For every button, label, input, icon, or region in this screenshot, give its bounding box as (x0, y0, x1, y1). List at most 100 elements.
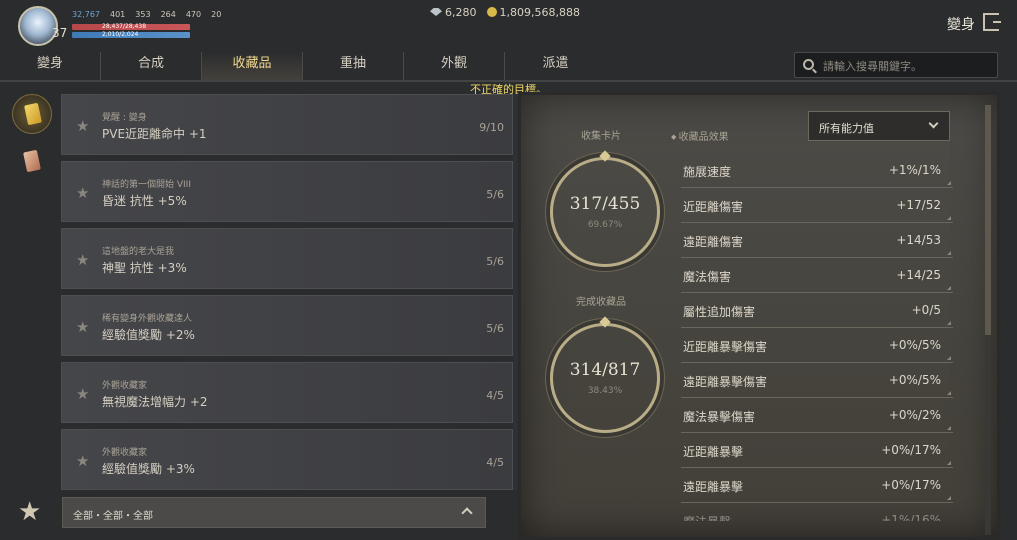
effect-value: +14/53 (896, 233, 941, 247)
stats-row: 32,767 401 353 264 470 20 (72, 10, 221, 19)
corner-mark (947, 321, 951, 325)
effect-name: 魔法暴擊 (683, 513, 731, 521)
page-title: 變身 (947, 17, 975, 33)
character-level: 37 (52, 26, 68, 40)
collection-row[interactable]: ★ 外觀收藏家 無視魔法增幅力 +2 4/5 (61, 362, 513, 423)
collection-list: ★ 覺醒 : 變身 PVE近距離命中 +1 9/10 ★ 神話的第一個開始 VI… (61, 94, 513, 496)
effects-scrollbar[interactable] (985, 105, 991, 535)
chevron-up-icon (461, 507, 473, 519)
tab-bar: 變身 合成 收藏品 重抽 外觀 派遣 (0, 52, 620, 82)
effect-row: 近距離暴擊傷害 +0%/5% (681, 328, 953, 363)
effect-value: +0%/2% (888, 408, 941, 422)
collection-row[interactable]: ★ 稀有變身外觀收藏達人 經驗值獎勵 +2% 5/6 (61, 295, 513, 356)
currency-display: 6,280 1,809,568,888 (430, 6, 580, 19)
completed-label: 完成收藏品 (576, 297, 626, 308)
effect-name: 魔法傷害 (683, 270, 732, 284)
collection-category: 外觀收藏家 (102, 381, 148, 391)
tab-dispatch[interactable]: 派遣 (505, 52, 606, 80)
gold-currency: 1,809,568,888 (486, 6, 580, 19)
stat-3: 353 (135, 10, 151, 19)
effect-name: 遠距離傷害 (683, 235, 744, 249)
collection-effect: 神聖 抗性 +3% (102, 261, 187, 275)
tab-reroll[interactable]: 重抽 (303, 52, 404, 80)
corner-mark (947, 216, 951, 220)
filter-label: 全部・全部・全部 (73, 511, 153, 522)
collection-progress: 5/6 (486, 188, 504, 201)
effect-value: +1%/16% (881, 513, 941, 521)
star-icon[interactable]: ★ (76, 318, 89, 336)
collection-progress: 4/5 (486, 389, 504, 402)
cards-label: 收集卡片 (581, 131, 621, 142)
stat-filter-select[interactable]: 所有能力值 (808, 111, 950, 141)
bookmark-star-icon[interactable]: ★ (18, 498, 41, 526)
tab-synthesis[interactable]: 合成 (101, 52, 202, 80)
search-icon (803, 59, 814, 70)
filter-dropdown[interactable]: 全部・全部・全部 (62, 497, 486, 528)
collection-category: 神話的第一個開始 VIII (102, 180, 191, 190)
collection-progress: 5/6 (486, 322, 504, 335)
collection-category: 覺醒 : 變身 (102, 113, 147, 123)
effect-value: +0%/5% (888, 373, 941, 387)
effect-row: 遠距離傷害 +14/53 (681, 223, 953, 258)
effect-row: 魔法暴擊傷害 +0%/2% (681, 398, 953, 433)
gem-icon (430, 8, 442, 16)
collection-row[interactable]: ★ 神話的第一個開始 VIII 昏迷 抗性 +5% 5/6 (61, 161, 513, 222)
sidebar-red-card-button[interactable] (12, 142, 52, 182)
effect-value: +0%/17% (881, 478, 941, 492)
effect-name: 遠距離暴擊傷害 (683, 375, 768, 389)
scrollbar-thumb[interactable] (985, 105, 991, 335)
collection-row[interactable]: ★ 覺醒 : 變身 PVE近距離命中 +1 9/10 (61, 94, 513, 155)
collection-row[interactable]: ★ 外觀收藏家 經驗值獎勵 +3% 4/5 (61, 429, 513, 490)
star-icon[interactable]: ★ (76, 251, 89, 269)
tab-appearance[interactable]: 外觀 (404, 52, 505, 80)
search-input[interactable] (823, 57, 993, 75)
completed-percent: 38.43% (587, 386, 623, 396)
effect-row: 遠距離暴擊 +0%/17% (681, 468, 953, 503)
effect-value: +1%/1% (888, 163, 941, 177)
tab-collection[interactable]: 收藏品 (202, 52, 303, 82)
effect-name: 近距離暴擊傷害 (683, 340, 768, 354)
corner-mark (947, 391, 951, 395)
stat-5: 470 (185, 10, 202, 19)
stat-4: 264 (160, 10, 176, 19)
star-icon[interactable]: ★ (76, 117, 89, 135)
star-icon[interactable]: ★ (76, 452, 89, 470)
gold-coin-icon (486, 7, 497, 17)
collection-effect: PVE近距離命中 +1 (102, 127, 207, 141)
effect-row: 近距離暴擊 +0%/17% (681, 433, 953, 468)
collection-effect: 經驗值獎勵 +2% (102, 328, 195, 342)
top-hud: 37 32,767 401 353 264 470 20 28,437/28,4… (0, 0, 1017, 50)
corner-mark (947, 356, 951, 360)
effect-value: +0%/5% (888, 338, 941, 352)
completed-value: 314/817 (569, 360, 641, 380)
collection-category: 稀有變身外觀收藏達人 (102, 314, 193, 324)
effect-value: +17/52 (896, 198, 941, 212)
collection-effect: 無視魔法增幅力 +2 (102, 395, 208, 409)
ring-ornament (599, 316, 611, 328)
hp-bar: 28,437/28,438 (72, 24, 190, 30)
star-icon[interactable]: ★ (76, 385, 89, 403)
effect-row: 魔法傷害 +14/25 (681, 258, 953, 293)
effect-name: 施展速度 (683, 165, 732, 179)
search-box[interactable] (794, 52, 998, 78)
effect-name: 屬性追加傷害 (683, 305, 756, 319)
sidebar-gold-card-button[interactable] (12, 94, 52, 134)
corner-mark (947, 286, 951, 290)
collection-progress: 5/6 (486, 255, 504, 268)
effect-row: 遠距離暴擊傷害 +0%/5% (681, 363, 953, 398)
exit-icon[interactable] (983, 13, 1001, 31)
collection-category: 外觀收藏家 (102, 448, 148, 458)
gem-amount: 6,280 (445, 6, 477, 19)
tab-transform[interactable]: 變身 (0, 52, 101, 80)
collection-effect: 昏迷 抗性 +5% (102, 194, 187, 208)
cards-progress-ring: 317/455 69.67% (550, 150, 660, 267)
corner-mark (947, 461, 951, 465)
gold-card-icon (24, 102, 42, 126)
corner-mark (947, 181, 951, 185)
collection-row[interactable]: ★ 這地盤的老大是我 神聖 抗性 +3% 5/6 (61, 228, 513, 289)
collection-progress: 4/5 (486, 456, 504, 469)
effect-name: 近距離暴擊 (683, 445, 744, 459)
cards-percent: 69.67% (587, 220, 623, 230)
gold-amount: 1,809,568,888 (499, 6, 580, 19)
star-icon[interactable]: ★ (76, 184, 89, 202)
